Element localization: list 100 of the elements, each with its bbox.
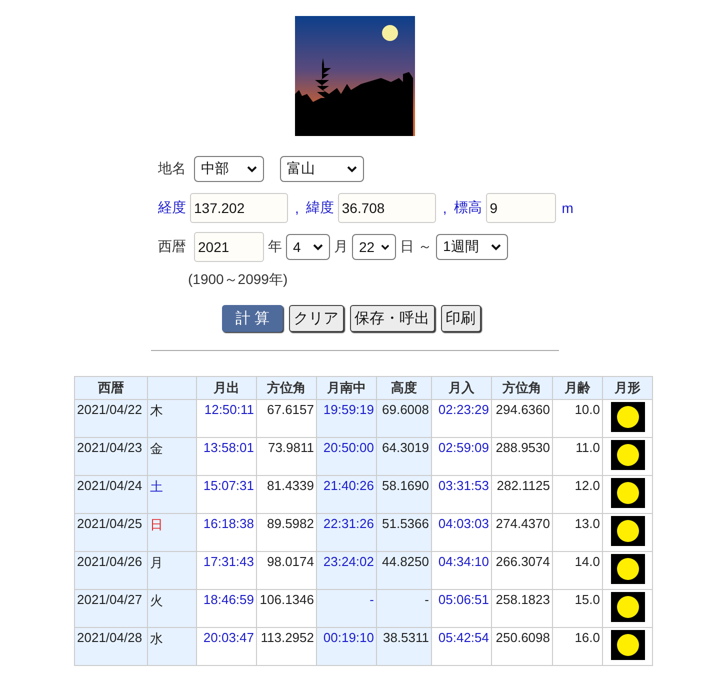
table-cell: 2021/04/26 [74,552,148,590]
table-cell: 13:58:01 [196,438,256,476]
table-cell: 2021/04/28 [74,628,148,666]
table-cell: 15.0 [552,590,602,628]
table-cell: 21:40:26 [316,476,376,514]
month-select[interactable]: 4 [286,234,330,260]
caret-icon [313,244,323,250]
coordinate-field[interactable]: 36.708 [338,193,436,223]
day-unit: 日 [400,238,414,256]
table-cell: 2021/04/24 [74,476,148,514]
comma-separator: , [442,200,447,216]
caret-icon [380,244,389,250]
table-cell: 13.0 [552,514,602,552]
table-cell: 04:03:03 [432,514,492,552]
unit-label: m [562,200,574,216]
table-cell: 274.4370 [492,514,552,552]
table-cell: 38.5311 [376,628,432,666]
moon-phase-icon [610,402,644,432]
city-select[interactable]: 富山 [280,156,364,182]
table-cell: 64.3019 [376,438,432,476]
weekday-text: 水 [150,631,163,646]
table-cell: 19:59:19 [316,400,376,438]
table-cell: 16.0 [552,628,602,666]
weekday-text: 日 [150,517,163,532]
table-cell: 04:34:10 [432,552,492,590]
column-header: 西暦 [74,376,148,400]
month-unit: 月 [334,238,348,256]
coordinate-label: 経度 [158,199,186,217]
column-header: 月齢 [552,376,602,400]
weekday-text: 木 [150,403,163,418]
table-cell: 12:50:11 [196,400,256,438]
table-cell: 05:06:51 [432,590,492,628]
table-cell: 15:07:31 [196,476,256,514]
table-cell: 294.6360 [492,400,552,438]
table-cell: 18:46:59 [196,590,256,628]
era-label: 西暦 [158,238,186,256]
moon-phase-icon [610,440,644,470]
coordinate-field[interactable]: 137.202 [190,193,288,223]
table-cell: 266.3074 [492,552,552,590]
moon-phase-icon [610,478,644,508]
column-header: 方位角 [492,376,552,400]
place-label: 地名 [158,160,186,178]
action-button[interactable]: 計 算 [222,305,283,332]
table-cell: 282.1125 [492,476,552,514]
weekday-text: 火 [150,593,163,608]
table-cell: 00:19:10 [316,628,376,666]
table-cell: 11.0 [552,438,602,476]
action-button[interactable]: 保存・呼出 [350,305,435,332]
table-cell: 17:31:43 [196,552,256,590]
table-cell: 258.1823 [492,590,552,628]
table-cell: 20:50:00 [316,438,376,476]
table-cell: 69.6008 [376,400,432,438]
table-cell: - [376,590,432,628]
moon-phase-icon [610,592,644,622]
period-select[interactable]: 1週間 [436,234,508,260]
action-button[interactable]: クリア [288,305,344,332]
comma-separator: , [295,200,299,216]
action-button[interactable]: 印刷 [440,305,481,332]
table-cell: 02:59:09 [432,438,492,476]
tilde-text: ～ [418,238,432,256]
weekday-text: 金 [150,441,163,456]
coordinate-label: 標高 [454,199,482,217]
moon-phase-icon [610,630,644,660]
table-cell: 10.0 [552,400,602,438]
table-cell: 288.9530 [492,438,552,476]
coordinate-label: 緯度 [306,199,334,217]
table-cell: 2021/04/22 [74,400,148,438]
column-header: 方位角 [256,376,316,400]
table-cell: 03:31:53 [432,476,492,514]
column-header: 月出 [196,376,256,400]
table-cell: 2021/04/23 [74,438,148,476]
caret-icon [347,166,357,172]
weekday-text: 月 [150,555,163,570]
table-cell: 16:18:38 [196,514,256,552]
column-header: 月入 [432,376,492,400]
table-cell: 51.5366 [376,514,432,552]
column-header: 月形 [602,376,652,400]
caret-icon [491,244,501,250]
table-cell: 22:31:26 [316,514,376,552]
table-cell: 05:42:54 [432,628,492,666]
year-field[interactable]: 2021 [194,232,264,262]
table-cell: 14.0 [552,552,602,590]
region-select[interactable]: 中部 [194,156,264,182]
year-unit: 年 [268,238,282,256]
table-cell: - [316,590,376,628]
table-cell: 2021/04/25 [74,514,148,552]
coordinate-field[interactable]: 9 [486,193,556,223]
table-cell: 23:24:02 [316,552,376,590]
weekday-text: 土 [150,479,163,494]
column-header: 月南中 [316,376,376,400]
range-note: (1900～2099年) [188,271,289,289]
caret-icon [247,166,257,172]
moon-phase-icon [610,554,644,584]
table-cell: 20:03:47 [196,628,256,666]
table-cell: 250.6098 [492,628,552,666]
table-cell: 2021/04/27 [74,590,148,628]
table-cell: 12.0 [552,476,602,514]
table-cell: 02:23:29 [432,400,492,438]
table-cell: 44.8250 [376,552,432,590]
day-select[interactable]: 22 [352,234,396,260]
